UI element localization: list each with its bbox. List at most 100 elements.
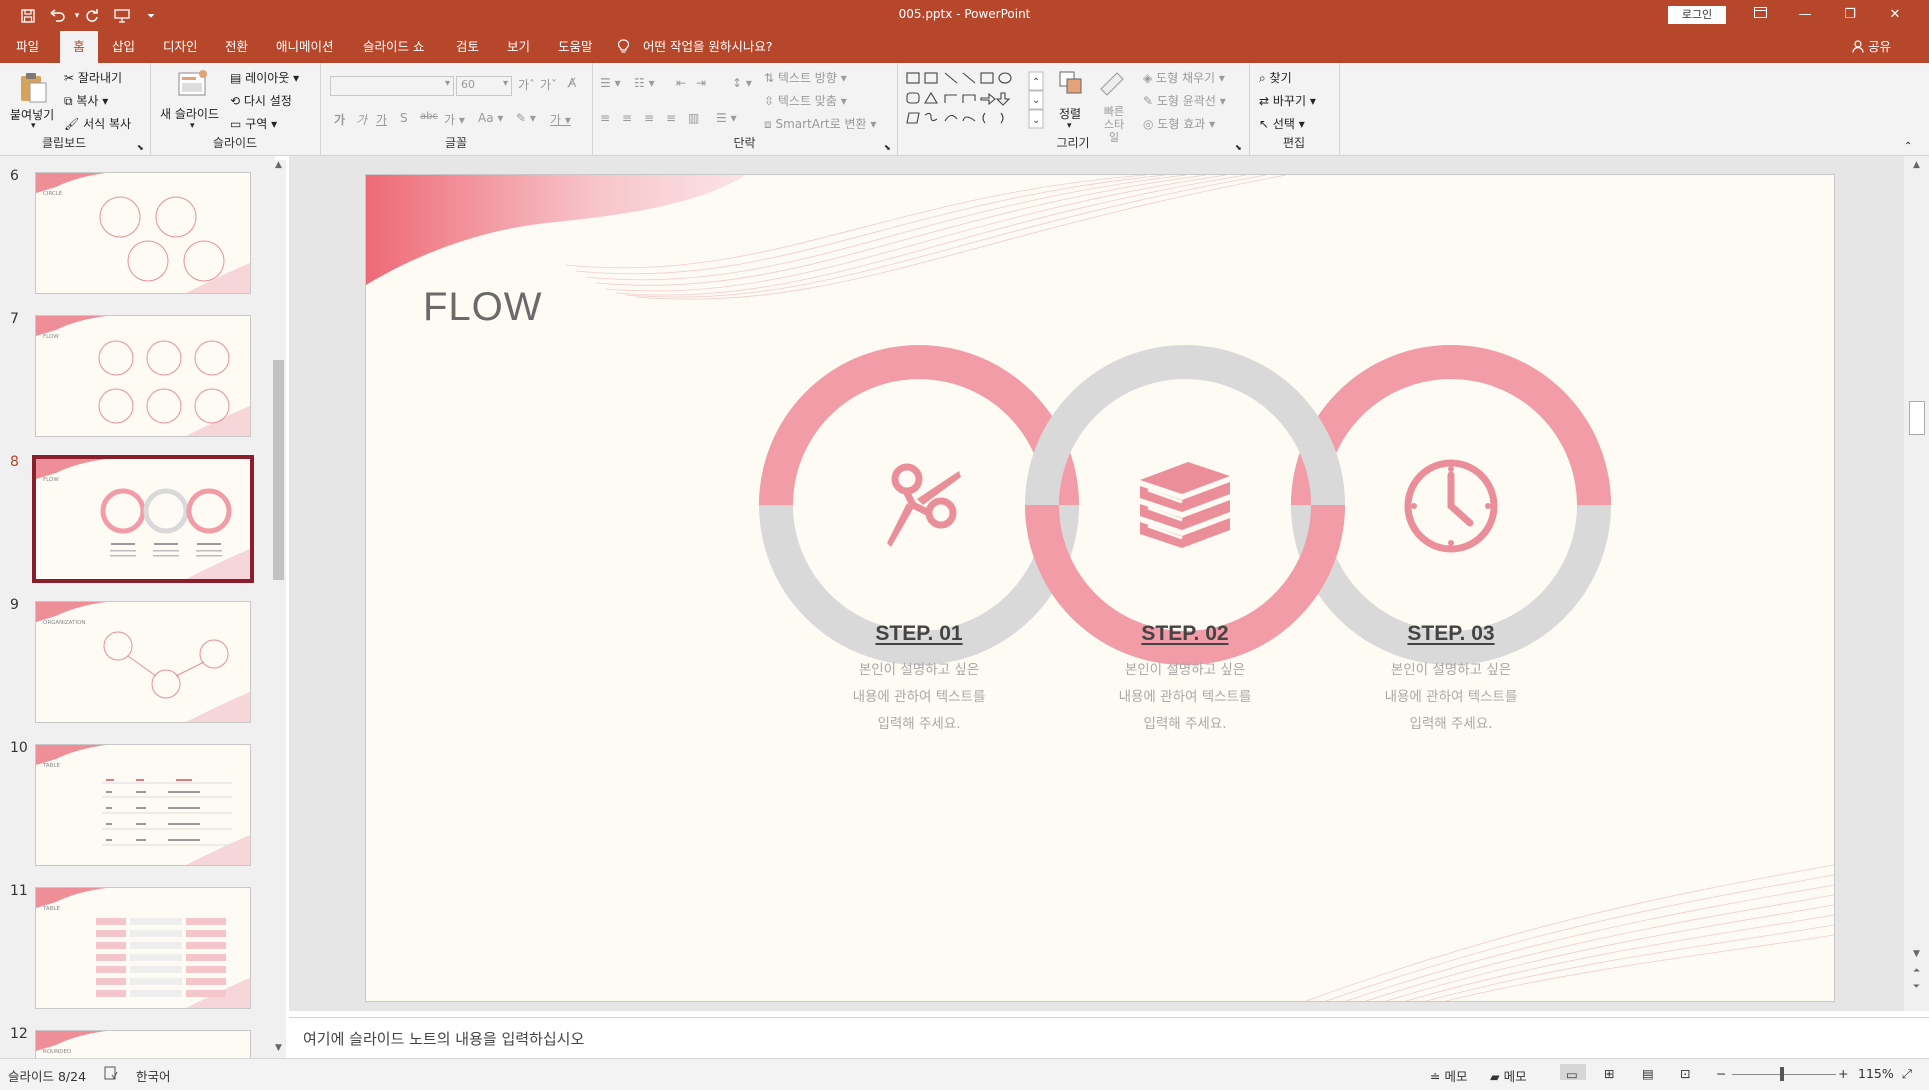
italic-icon[interactable]: 가 [356,111,367,128]
new-slide-button[interactable]: 새 슬라이드 [160,105,219,122]
shape-effects-button[interactable]: ◎ 도형 효과 ▾ [1143,115,1215,132]
format-painter-button[interactable]: 🖌 서식 복사 [64,115,131,132]
new-slide-dropdown-icon[interactable]: ▾ [190,121,195,131]
zoom-level[interactable]: 115% [1858,1066,1894,1081]
arrange-icon[interactable] [1057,69,1087,101]
text-direction-button[interactable]: ⇅ 텍스트 방향 ▾ [764,69,847,86]
thumbnail-slide-8[interactable]: FLOW [32,455,254,583]
thumbnail-slide-11[interactable]: TABLE [35,887,251,1009]
shadow-icon[interactable]: S [400,111,408,125]
select-button[interactable]: ↖ 선택 ▾ [1259,115,1305,132]
share-button[interactable]: 공유 [1852,31,1891,63]
copy-button[interactable]: ⧉ 복사 ▾ [64,92,108,109]
case-icon[interactable]: Aa ▾ [478,111,503,125]
drawing-launcher-icon[interactable]: ⬊ [1235,143,1242,152]
decrease-indent-icon[interactable]: ⇤ [676,76,686,90]
reset-button[interactable]: ⟲ 다시 설정 [230,92,292,109]
zoom-slider-thumb[interactable] [1780,1067,1784,1081]
slide-title[interactable]: FLOW [423,285,543,330]
font-color-icon[interactable]: 가 ▾ [550,111,571,128]
zoom-slider[interactable] [1732,1074,1836,1075]
paragraph-launcher-icon[interactable]: ⬊ [884,143,891,152]
paste-dropdown-icon[interactable]: ▾ [31,121,36,131]
shape-fill-button[interactable]: ◈ 도형 채우기 ▾ [1143,69,1225,86]
replace-button[interactable]: ⇄ 바꾸기 ▾ [1259,92,1316,109]
shrink-font-icon[interactable]: 가ˇ [540,76,557,93]
scroll-down-icon[interactable]: ▼ [1909,949,1924,959]
section-button[interactable]: ▭ 구역 ▾ [230,115,277,132]
new-slide-icon[interactable] [176,69,207,101]
login-button[interactable]: 로그인 [1668,6,1726,24]
tab-animations[interactable]: 애니메이션 [266,31,344,63]
previous-slide-icon[interactable]: ⏶ [1909,966,1924,976]
thumbnail-scroll-thumb[interactable] [273,360,284,580]
minimize-icon[interactable]: — [1785,5,1825,25]
align-right-icon[interactable]: ≡ [644,111,654,125]
tab-home[interactable]: 홈 [60,31,98,63]
cut-button[interactable]: ✂ 잘라내기 [64,69,122,86]
tab-help[interactable]: 도움말 [548,31,603,63]
notes-pane[interactable]: 여기에 슬라이드 노트의 내용을 입력하십시오 [289,1017,1929,1058]
justify-icon[interactable]: ≡ [666,111,676,125]
thumbnail-slide-6[interactable]: CIRCLE [35,172,251,294]
align-text-button[interactable]: ⇳ 텍스트 맞춤 ▾ [764,92,847,109]
spellcheck-icon[interactable] [104,1066,118,1083]
collapse-ribbon-icon[interactable]: ⌃ [1904,141,1912,152]
next-slide-icon[interactable]: ⏷ [1909,982,1924,992]
font-size-combo[interactable]: 60 ▾ [456,76,512,96]
thumbnail-slide-9[interactable]: ORGANIZATION [35,601,251,723]
slide-scrollbar[interactable]: ▲ ▼ ⏶ ⏷ [1904,156,1929,1011]
thumbnail-slide-12[interactable]: ROUNDED [35,1030,251,1060]
scroll-up-icon[interactable]: ▲ [271,160,286,175]
tab-transitions[interactable]: 전환 [215,31,258,63]
step-1-title[interactable]: STEP. 01 [799,622,1039,646]
tell-me-box[interactable]: 어떤 작업을 원하시나요? [617,31,773,63]
slideshow-view-icon[interactable]: ⊡ [1680,1066,1690,1081]
find-button[interactable]: ⌕ 찾기 [1259,69,1292,86]
step-2-title[interactable]: STEP. 02 [1065,622,1305,646]
scroll-up-icon[interactable]: ▲ [1909,160,1924,170]
comments-button[interactable]: ▰ 메모 [1490,1066,1527,1085]
grow-font-icon[interactable]: 가ˆ [518,76,535,93]
arrange-button[interactable]: 정렬 [1059,105,1081,122]
step-3-title[interactable]: STEP. 03 [1331,622,1571,646]
tab-file[interactable]: 파일 [6,31,49,63]
slide-sorter-icon[interactable]: ⊞ [1604,1066,1614,1081]
strike-icon[interactable]: abc [420,111,438,122]
arrange-dropdown-icon[interactable]: ▾ [1067,121,1072,131]
tab-insert[interactable]: 삽입 [102,31,145,63]
slide-scroll-thumb[interactable] [1909,401,1925,435]
tab-design[interactable]: 디자인 [153,31,208,63]
quick-styles-icon[interactable] [1097,69,1127,101]
notes-placeholder[interactable]: 여기에 슬라이드 노트의 내용을 입력하십시오 [303,1028,584,1049]
fit-slide-icon[interactable]: ⤢ [1902,1066,1912,1082]
clipboard-launcher-icon[interactable]: ⬊ [137,143,144,152]
align-left-icon[interactable]: ≡ [600,111,610,125]
spacing-icon[interactable]: 가 ▾ [444,111,465,128]
shape-outline-button[interactable]: ✎ 도형 윤곽선 ▾ [1143,92,1226,109]
line-spacing-icon[interactable]: ↕ ▾ [732,76,752,90]
thumbnail-slide-10[interactable]: TABLE [35,744,251,866]
distribute-icon[interactable]: ☰ ▾ [716,111,737,125]
underline-icon[interactable]: 가 [376,111,387,128]
smartart-button[interactable]: ⧈ SmartArt로 변환 ▾ [764,115,876,132]
language-indicator[interactable]: 한국어 [136,1066,171,1085]
zoom-out-icon[interactable]: − [1716,1066,1726,1081]
tab-review[interactable]: 검토 [446,31,489,63]
thumbnail-slide-7[interactable]: FLOW [35,315,251,437]
close-icon[interactable]: ✕ [1875,5,1915,25]
shapes-gallery[interactable]: ⌃ ⌄ ⌄ [905,71,1045,129]
clear-format-icon[interactable]: A̸ [568,76,576,90]
increase-indent-icon[interactable]: ⇥ [696,76,706,90]
bold-icon[interactable]: 가 [334,111,345,128]
paste-icon[interactable] [18,71,48,103]
font-name-combo[interactable]: ▾ [330,76,454,96]
align-center-icon[interactable]: ≡ [622,111,632,125]
notes-toggle-button[interactable]: ≐ 메모 [1430,1066,1467,1085]
tab-view[interactable]: 보기 [497,31,540,63]
tab-slideshow[interactable]: 슬라이드 쇼 [353,31,434,63]
bullets-icon[interactable]: ☰ ▾ [600,76,621,90]
thumbnail-scrollbar[interactable]: ▲ ▼ [271,160,286,1058]
restore-icon[interactable]: ❐ [1830,5,1870,25]
highlight-icon[interactable]: ✎ ▾ [516,111,536,125]
